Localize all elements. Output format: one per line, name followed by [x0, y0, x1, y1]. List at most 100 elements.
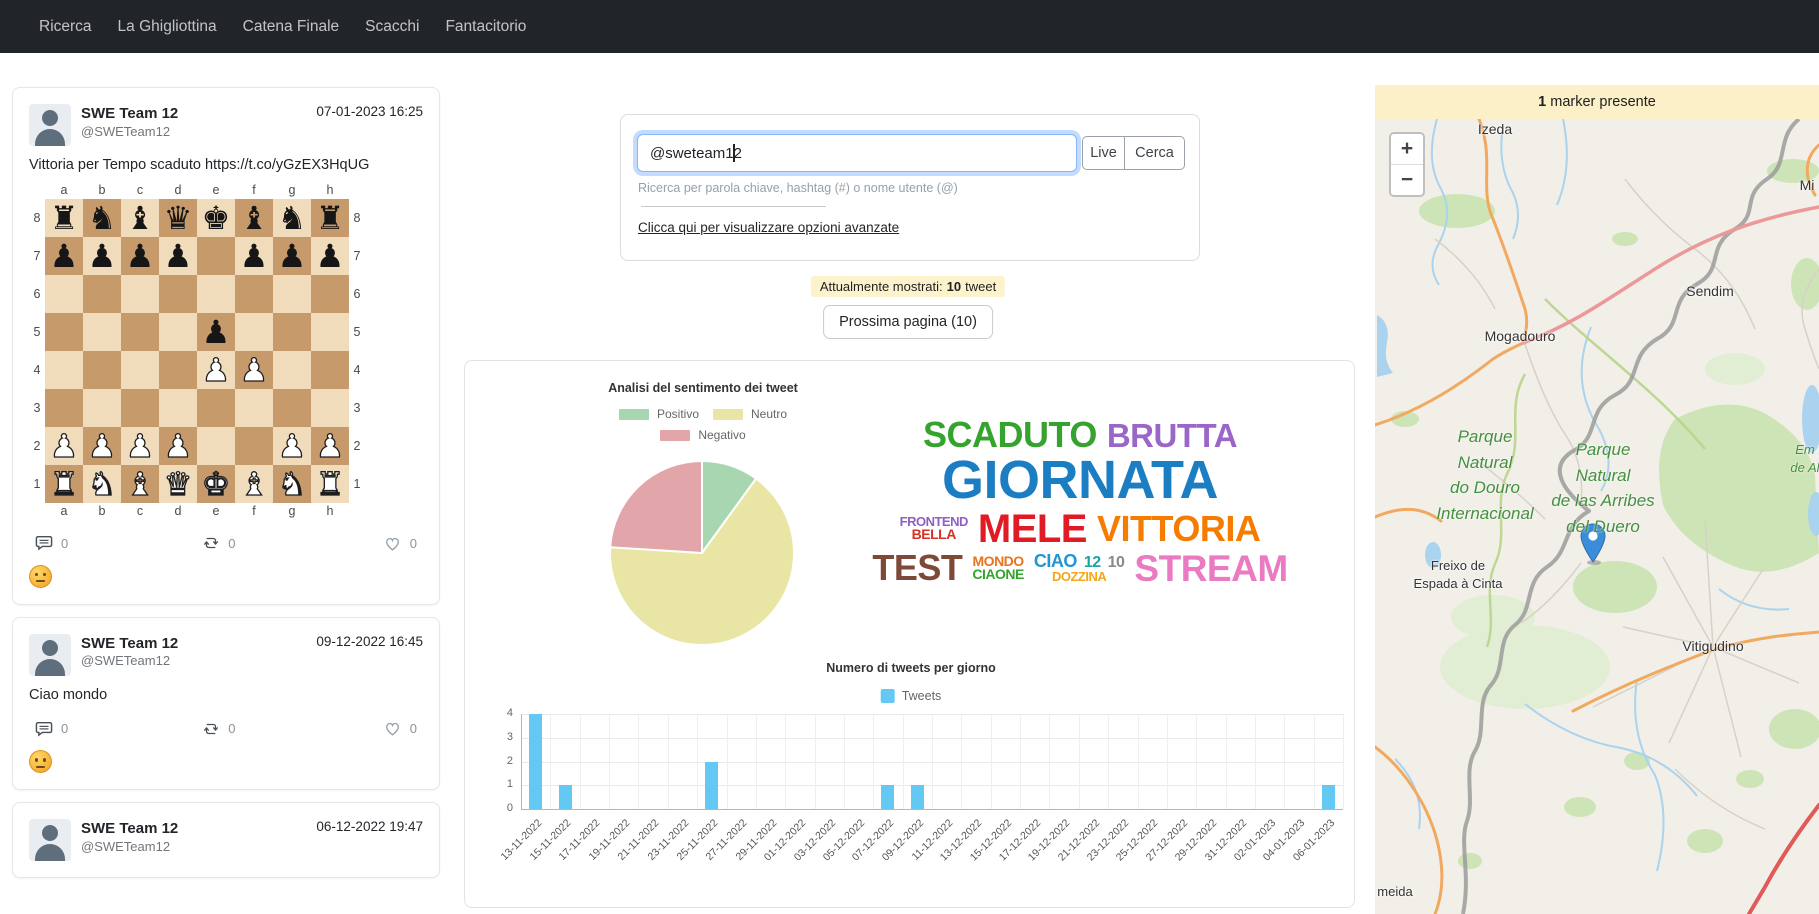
bar-gridline	[815, 714, 816, 809]
board-file-label: g	[273, 503, 311, 520]
nav-item-la-ghigliottina[interactable]: La Ghigliottina	[105, 18, 230, 36]
board-rank-label: 3	[349, 389, 365, 427]
board-square: ♟	[83, 237, 121, 275]
tweet-text: Ciao mondo	[29, 686, 423, 706]
board-rank: 66	[29, 275, 365, 313]
board-square	[45, 275, 83, 313]
board-rank: 2♟♟♟♟♟♟2	[29, 427, 365, 465]
word-cloud-cell: TEST	[872, 551, 962, 585]
bar	[911, 785, 924, 809]
bar-gridline	[1079, 714, 1080, 809]
board-square: ♟	[311, 427, 349, 465]
white-piece: ♟	[316, 427, 345, 465]
board-rank-label: 3	[29, 389, 45, 427]
board-square	[121, 389, 159, 427]
bar-gridline	[727, 714, 728, 809]
map-canvas[interactable]: + − IzedaMiSendimMogadouroParqueNaturald…	[1375, 119, 1819, 914]
legend-item-neutro[interactable]: Neutro	[713, 407, 787, 421]
bar-gridline	[903, 714, 904, 809]
nav-item-ricerca[interactable]: Ricerca	[26, 18, 105, 36]
legend-item-negativo[interactable]: Negativo	[660, 428, 745, 442]
board-square: ♚	[197, 199, 235, 237]
bar	[1322, 785, 1335, 809]
board-rank: 7♟♟♟♟♟♟♟7	[29, 237, 365, 275]
zoom-in-button[interactable]: +	[1391, 134, 1423, 165]
zoom-out-button[interactable]: −	[1391, 165, 1423, 195]
reply-action[interactable]: 0	[35, 720, 68, 738]
board-square	[311, 351, 349, 389]
retweet-count: 0	[228, 536, 235, 551]
advanced-options-link[interactable]: Clicca qui per visualizzare opzioni avan…	[638, 220, 899, 235]
avatar-body	[35, 844, 65, 861]
like-action[interactable]: 0	[383, 719, 417, 738]
bar-gridline	[785, 714, 786, 809]
cloud-word: CIAO	[1034, 553, 1077, 570]
legend-item-positivo[interactable]: Positivo	[619, 407, 699, 421]
board-square: ♞	[83, 465, 121, 503]
word-cloud-line: TEST	[872, 551, 962, 585]
emoji-eye	[35, 573, 38, 577]
board-square: ♟	[273, 427, 311, 465]
analytics-panel: Analisi del sentimento dei tweet Positiv…	[464, 360, 1355, 908]
map-label-izeda: Izeda	[1478, 121, 1512, 137]
emoji-eye	[43, 758, 46, 762]
live-button[interactable]: Live	[1082, 136, 1124, 170]
nav-item-catena-finale[interactable]: Catena Finale	[230, 18, 353, 36]
board-rank: 4♟♟4	[29, 351, 365, 389]
board-square: ♜	[45, 465, 83, 503]
cloud-word: SCADUTO	[923, 418, 1097, 452]
nav-item-fantacitorio[interactable]: Fantacitorio	[432, 18, 539, 36]
word-cloud: SCADUTOBRUTTAGIORNATAFRONTENDBELLAMELEVI…	[897, 403, 1263, 601]
retweet-action[interactable]: 0	[202, 720, 235, 738]
white-piece: ♜	[316, 465, 345, 503]
bar-gridline	[550, 714, 551, 809]
next-page-button[interactable]: Prossima pagina (10)	[823, 305, 993, 339]
board-file-labels: abcdefgh	[29, 182, 365, 199]
map-label-meida: meida	[1377, 883, 1412, 901]
cloud-word: TEST	[872, 551, 962, 585]
bar-gridline	[932, 714, 933, 809]
nav-item-scacchi[interactable]: Scacchi	[352, 18, 432, 36]
retweet-action[interactable]: 0	[202, 534, 235, 552]
tweet-author-name: SWE Team 12	[81, 634, 316, 654]
bar-gridline	[521, 714, 522, 809]
bar-gridline	[844, 714, 845, 809]
white-piece: ♟	[278, 427, 307, 465]
board-square: ♟	[273, 237, 311, 275]
word-cloud-line: STREAM	[1134, 551, 1287, 586]
white-piece: ♝	[126, 465, 155, 503]
board-file-label: a	[45, 182, 83, 199]
board-square: ♜	[45, 199, 83, 237]
bar-gridline	[1138, 714, 1139, 809]
search-input[interactable]	[637, 134, 1077, 172]
tweet-header: SWE Team 12 @SWETeam12 07-01-2023 16:25	[29, 104, 423, 146]
reply-action[interactable]: 0	[35, 534, 68, 552]
black-piece: ♟	[240, 237, 269, 275]
board-file-label: g	[273, 182, 311, 199]
tweet-header: SWE Team 12 @SWETeam12 06-12-2022 19:47	[29, 819, 423, 861]
bar-gridline	[580, 714, 581, 809]
map-marker-banner: 1marker presente	[1375, 85, 1819, 119]
board-file-label: a	[45, 503, 83, 520]
search-button[interactable]: Cerca	[1124, 136, 1185, 170]
bar	[559, 785, 572, 809]
word-cloud-line: SCADUTO	[923, 418, 1097, 452]
retweet-count: 0	[228, 721, 235, 736]
like-action[interactable]: 0	[383, 534, 417, 553]
black-piece: ♜	[316, 199, 345, 237]
white-piece: ♟	[126, 427, 155, 465]
word-cloud-line: DOZZINA	[1052, 571, 1106, 583]
board-file-label: h	[311, 182, 349, 199]
board-square	[235, 427, 273, 465]
bar-gridline	[1196, 714, 1197, 809]
board-file-label: c	[121, 503, 159, 520]
board-file-label: f	[235, 503, 273, 520]
tweet-actions: 0 0 0	[29, 719, 423, 738]
map-label-sendim: Sendim	[1686, 283, 1733, 299]
tweets-legend[interactable]: Tweets	[881, 689, 942, 703]
word-cloud-row: GIORNATA	[942, 455, 1218, 506]
board-square: ♟	[235, 351, 273, 389]
black-piece: ♟	[316, 237, 345, 275]
heart-icon	[383, 534, 402, 553]
bar-gridline	[1020, 714, 1021, 809]
